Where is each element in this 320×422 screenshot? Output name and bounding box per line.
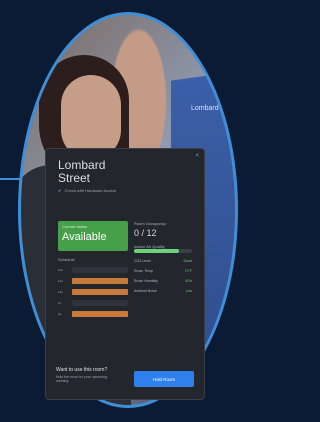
co2-value: Good: [183, 259, 192, 263]
stat-label: Ambient Noise: [134, 289, 157, 293]
stat-label: Room Humidity: [134, 279, 158, 283]
slot-bar: [72, 300, 128, 306]
room-stats: Room Occupancy 0 / 12 Indoor Air Quality…: [134, 221, 192, 299]
wall-display-label: Lombard: [191, 105, 219, 112]
stat-row: Ambient Noise Low: [134, 289, 192, 293]
panel-footer: Want to use this room? Hold the room for…: [56, 367, 196, 391]
room-subline: ✔ Check with Hardware Access: [58, 188, 198, 193]
schedule-slot[interactable]: 12p: [58, 288, 128, 296]
stat-value: 71°F: [184, 269, 192, 273]
room-name: Lombard Street: [58, 159, 198, 185]
stat-label: Room Temp: [134, 269, 153, 273]
check-icon: ✔: [58, 188, 62, 193]
schedule-slot[interactable]: 1p: [58, 299, 128, 307]
stat-value: 42%: [184, 279, 192, 283]
slot-bar: [72, 267, 128, 273]
room-name-line-2: Street: [58, 171, 91, 185]
hold-room-button[interactable]: Hold Room: [134, 371, 194, 387]
stat-value: Low: [185, 289, 192, 293]
air-quality-bar: [134, 249, 192, 253]
occupancy-value: 0 / 12: [134, 228, 157, 238]
slot-time: 10a: [58, 268, 64, 272]
schedule-header: Schedule: [58, 257, 75, 262]
status-text: Available: [62, 231, 107, 243]
slot-bar: [72, 289, 128, 295]
room-panel: × Lombard Street ✔ Check with Hardware A…: [45, 148, 205, 400]
slot-time: 2p: [58, 312, 62, 316]
status-card: Current status Available: [58, 221, 128, 251]
schedule-slot[interactable]: 2p: [58, 310, 128, 318]
schedule: Schedule 10a 11a 12p 1p 2p: [58, 257, 128, 321]
status-caption: Current status: [62, 224, 88, 229]
footer-subtext: Hold the room for your upcoming meeting: [56, 375, 107, 383]
slot-time: 1p: [58, 301, 62, 305]
schedule-slot[interactable]: 10a: [58, 266, 128, 274]
hold-room-label: Hold Room: [152, 376, 176, 382]
slot-bar: [72, 311, 128, 317]
co2-row: CO2 Level Good: [134, 259, 192, 263]
slot-time: 11a: [58, 279, 63, 283]
slot-time: 12p: [58, 290, 64, 294]
close-icon[interactable]: ×: [195, 153, 199, 159]
co2-label: CO2 Level: [134, 259, 151, 263]
slot-bar: [72, 278, 128, 284]
schedule-slot[interactable]: 11a: [58, 277, 128, 285]
stat-row: Room Humidity 42%: [134, 279, 192, 283]
room-subline-text: Check with Hardware Access: [64, 188, 117, 193]
occupancy-label: Room Occupancy: [134, 221, 166, 226]
stat-row: Room Temp 71°F: [134, 269, 192, 273]
